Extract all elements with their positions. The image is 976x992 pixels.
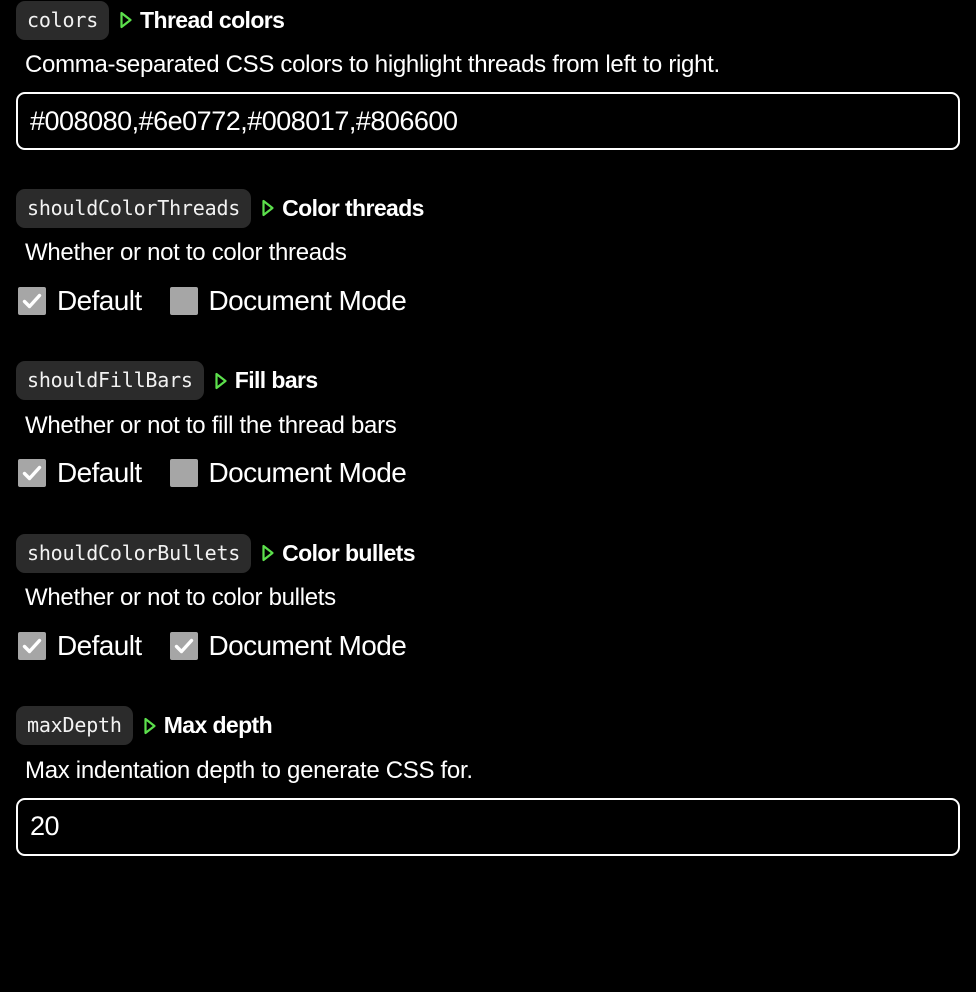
- checkbox-label: Default: [57, 629, 142, 661]
- check-icon: [22, 465, 42, 481]
- setting-max-depth: maxDepth Max depth Max indentation depth…: [0, 706, 976, 856]
- setting-should-color-bullets: shouldColorBullets Color bullets Whether…: [0, 533, 976, 661]
- setting-header: colors Thread colors: [16, 0, 960, 40]
- setting-key-badge: shouldFillBars: [16, 361, 204, 401]
- triangle-right-icon[interactable]: [261, 544, 275, 562]
- setting-title-group[interactable]: Max depth: [143, 712, 273, 739]
- setting-title: Max depth: [163, 712, 273, 739]
- setting-colors: colors Thread colors Comma-separated CSS…: [0, 0, 976, 151]
- max-depth-input[interactable]: [16, 797, 960, 856]
- checkbox-box[interactable]: [169, 459, 198, 488]
- checkbox-label: Default: [57, 457, 142, 489]
- setting-header: shouldColorBullets Color bullets: [16, 533, 960, 573]
- checkbox-label: Document Mode: [208, 457, 407, 489]
- setting-title-group[interactable]: Thread colors: [119, 6, 285, 34]
- checkbox-row: Default Document Mode: [18, 630, 960, 662]
- setting-description: Whether or not to color threads: [25, 239, 347, 267]
- checkbox-box[interactable]: [169, 286, 198, 315]
- check-icon: [174, 638, 193, 653]
- checkbox-row: Default Document Mode: [18, 457, 960, 489]
- setting-key-badge: maxDepth: [16, 706, 133, 746]
- checkbox-default[interactable]: Default: [18, 457, 142, 489]
- triangle-right-icon[interactable]: [261, 199, 275, 217]
- check-icon: [22, 638, 42, 653]
- setting-title: Color bullets: [282, 539, 415, 566]
- checkbox-document-mode[interactable]: Document Mode: [169, 284, 407, 317]
- setting-should-fill-bars: shouldFillBars Fill bars Whether or not …: [0, 361, 976, 489]
- setting-description: Whether or not to color bullets: [25, 584, 336, 612]
- checkbox-box[interactable]: [169, 631, 198, 660]
- checkbox-default[interactable]: Default: [18, 630, 142, 662]
- setting-header: shouldColorThreads Color threads: [16, 188, 960, 228]
- triangle-right-icon[interactable]: [143, 717, 157, 735]
- setting-should-color-threads: shouldColorThreads Color threads Whether…: [0, 188, 976, 316]
- setting-title: Fill bars: [234, 367, 318, 394]
- checkbox-label: Document Mode: [208, 284, 407, 316]
- setting-key-badge: shouldColorThreads: [16, 188, 252, 228]
- setting-key-badge: shouldColorBullets: [16, 533, 252, 573]
- checkbox-box[interactable]: [18, 459, 46, 488]
- setting-title-group[interactable]: Color threads: [261, 195, 424, 222]
- checkbox-label: Document Mode: [208, 629, 407, 661]
- thread-colors-input[interactable]: [16, 92, 960, 151]
- settings-panel: colors Thread colors Comma-separated CSS…: [0, 0, 976, 992]
- setting-description: Comma-separated CSS colors to highlight …: [25, 51, 720, 78]
- setting-header: shouldFillBars Fill bars: [16, 361, 960, 401]
- checkbox-box[interactable]: [18, 286, 46, 315]
- checkbox-document-mode[interactable]: Document Mode: [169, 457, 407, 489]
- triangle-right-icon[interactable]: [119, 11, 133, 29]
- checkbox-box[interactable]: [18, 631, 46, 660]
- setting-title: Color threads: [282, 194, 424, 221]
- checkbox-default[interactable]: Default: [18, 285, 142, 317]
- setting-title-group[interactable]: Color bullets: [261, 539, 416, 567]
- check-icon: [22, 293, 42, 308]
- setting-title: Thread colors: [140, 6, 285, 33]
- triangle-right-icon[interactable]: [214, 372, 228, 390]
- setting-key-badge: colors: [16, 0, 110, 40]
- setting-description: Max indentation depth to generate CSS fo…: [25, 756, 473, 784]
- setting-header: maxDepth Max depth: [16, 706, 960, 746]
- checkbox-label: Default: [57, 284, 142, 316]
- setting-title-group[interactable]: Fill bars: [214, 367, 318, 394]
- checkbox-row: Default Document Mode: [18, 285, 960, 317]
- setting-description: Whether or not to fill the thread bars: [25, 411, 397, 439]
- checkbox-document-mode[interactable]: Document Mode: [169, 629, 407, 662]
